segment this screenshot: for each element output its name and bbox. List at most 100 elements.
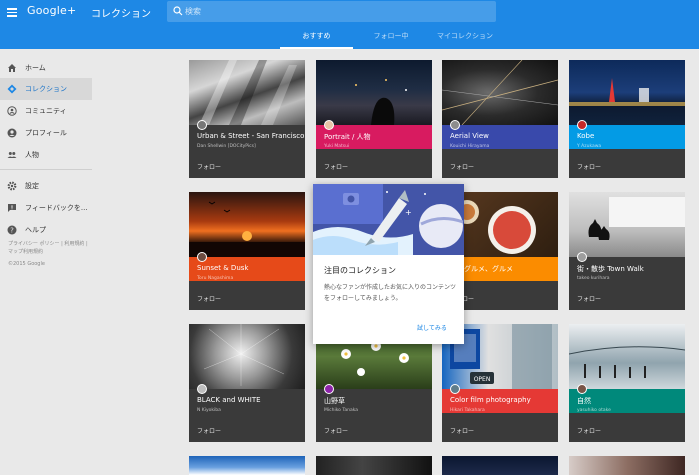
follow-button[interactable]: フォロー (577, 162, 601, 171)
follow-button[interactable]: フォロー (324, 426, 348, 435)
sidebar-item-collections[interactable]: コレクション (0, 78, 92, 100)
sidebar-item-communities[interactable]: コミュニティ (0, 100, 92, 122)
search-input[interactable] (185, 4, 485, 19)
search-icon (173, 6, 183, 16)
card-image (189, 324, 305, 389)
collection-card[interactable]: Sunset & Dusk Toru Nagashima フォロー (189, 192, 305, 310)
card-title: Sunset & Dusk (197, 264, 249, 272)
footer-legal-links[interactable]: プライバシー ポリシー | 利用規約 | (8, 241, 88, 248)
card-title: 山野草 (324, 397, 345, 405)
avatar (577, 384, 587, 394)
collection-card[interactable]: Kobe Y Azukawa フォロー (569, 60, 685, 178)
svg-text:OPEN: OPEN (474, 376, 491, 383)
card-author: Y Azukawa (577, 144, 602, 149)
card-title: Color film photography (450, 396, 531, 404)
follow-button[interactable]: フォロー (197, 426, 221, 435)
follow-button[interactable]: フォロー (577, 294, 601, 303)
featured-collections-dialog: + 注目のコレクション 熱心なファンが作成したお気に入りのコンテンツをフォローし… (313, 184, 464, 344)
card-image (442, 60, 558, 125)
profile-icon (7, 128, 17, 138)
feedback-icon (8, 204, 16, 212)
avatar (324, 384, 334, 394)
collection-card[interactable]: Aerial View Kouichi Hirayama フォロー (442, 60, 558, 178)
avatar (577, 252, 587, 262)
collection-card[interactable]: 自然 yasuhiko otake フォロー (569, 324, 685, 442)
card-author: Michiko Tanaka (324, 408, 358, 413)
svg-text:+: + (405, 208, 412, 217)
avatar (197, 384, 207, 394)
communities-icon (7, 106, 17, 116)
card-title: Aerial View (450, 132, 489, 140)
tab-following[interactable]: フォロー中 (359, 28, 423, 49)
card-title: BLACK and WHITE (197, 396, 261, 404)
follow-button[interactable]: フォロー (577, 426, 601, 435)
card-author: Toru Nagashima (197, 276, 234, 281)
try-it-button[interactable]: 試してみる (417, 323, 447, 332)
sidebar: ホーム コレクション コミュニティ プロフィール 人物 設定 フィードバックを.… (0, 49, 95, 475)
follow-button[interactable]: フォロー (324, 162, 348, 171)
search-box[interactable] (167, 1, 496, 22)
card-author: Dan Shellwin [DOCityPics] (197, 144, 256, 149)
avatar (197, 120, 207, 130)
collection-card[interactable]: Portrait / 人物 Yuki Matsui フォロー (316, 60, 432, 178)
sidebar-item-people[interactable]: 人物 (0, 144, 92, 166)
dialog-body: 熱心なファンが作成したお気に入りのコンテンツをフォローしてみましょう。 (324, 284, 457, 302)
people-icon (7, 152, 17, 158)
dialog-illustration: + (313, 184, 464, 255)
google-plus-logo[interactable]: Google+ (27, 4, 76, 17)
collection-card[interactable] (442, 456, 558, 475)
sidebar-item-help[interactable]: ? ヘルプ (0, 219, 92, 241)
card-image (569, 324, 685, 389)
collection-card[interactable]: Urban & Street - San Francisco Dan Shell… (189, 60, 305, 178)
card-image (189, 192, 305, 257)
home-icon (8, 64, 16, 72)
avatar (450, 384, 460, 394)
follow-button[interactable]: フォロー (450, 426, 474, 435)
card-image (316, 60, 432, 125)
follow-button[interactable]: フォロー (197, 294, 221, 303)
card-title: 自然 (577, 397, 591, 405)
sidebar-item-home[interactable]: ホーム (0, 57, 92, 79)
collection-card[interactable] (189, 456, 305, 475)
collections-icon (7, 84, 17, 94)
card-title: 街・散歩 Town Walk (577, 265, 644, 273)
page-title: コレクション (91, 9, 151, 20)
collection-card[interactable] (569, 456, 685, 475)
sidebar-item-settings[interactable]: 設定 (0, 175, 92, 197)
card-title: Kobe (577, 132, 595, 140)
sidebar-item-label: ヘルプ (25, 226, 46, 234)
sidebar-item-profile[interactable]: プロフィール (0, 122, 92, 144)
follow-button[interactable]: フォロー (450, 162, 474, 171)
avatar (577, 120, 587, 130)
help-icon: ? (7, 225, 17, 235)
sidebar-item-label: フィードバックを... (25, 204, 88, 212)
gear-icon (7, 181, 17, 191)
menu-icon[interactable] (6, 6, 18, 18)
avatar (324, 120, 334, 130)
card-author: yasuhiko otake (577, 408, 611, 413)
svg-text:?: ? (10, 227, 14, 235)
card-title: Urban & Street - San Francisco (197, 132, 305, 140)
collection-card[interactable]: BLACK and WHITE N Kiyokiba フォロー (189, 324, 305, 442)
sidebar-item-label: コレクション (25, 85, 67, 93)
sidebar-item-label: ホーム (25, 64, 46, 72)
card-author: Hikari Takahara (450, 408, 485, 413)
sidebar-item-label: 設定 (25, 182, 39, 190)
follow-button[interactable]: フォロー (197, 162, 221, 171)
card-title: Portrait / 人物 (324, 133, 371, 141)
dialog-title: 注目のコレクション (324, 266, 396, 275)
sidebar-item-label: コミュニティ (25, 107, 67, 115)
card-author: takeo kurihara (577, 276, 610, 281)
collection-card[interactable] (316, 456, 432, 475)
sidebar-divider (0, 169, 92, 170)
sidebar-item-label: 人物 (25, 151, 39, 159)
card-author: Yuki Matsui (324, 144, 350, 149)
tab-my-collections[interactable]: マイコレクション (430, 28, 500, 49)
collection-card[interactable]: 街・散歩 Town Walk takeo kurihara フォロー (569, 192, 685, 310)
card-image (189, 60, 305, 125)
footer-maps-terms[interactable]: マップ利用規約 (8, 249, 43, 256)
card-author: N Kiyokiba (197, 408, 221, 413)
tab-recommended[interactable]: おすすめ (280, 28, 353, 49)
top-app-bar: Google+ コレクション おすすめ フォロー中 マイコレクション (0, 0, 699, 49)
sidebar-item-feedback[interactable]: フィードバックを... (0, 197, 92, 219)
